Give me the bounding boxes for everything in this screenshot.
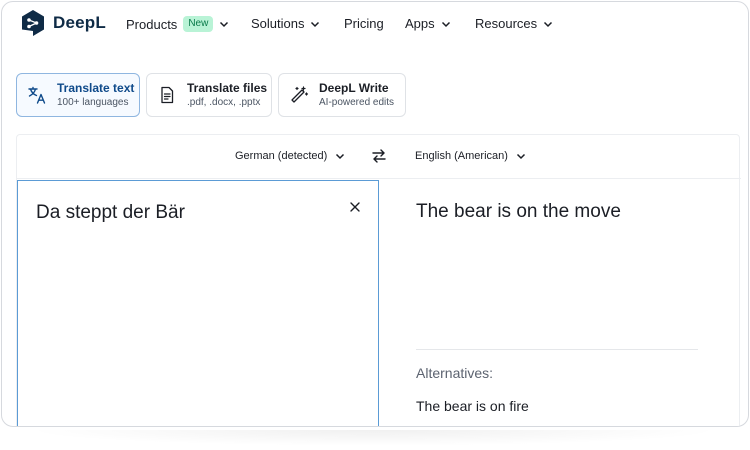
chevron-down-icon [220, 21, 229, 28]
mode-subtitle: AI-powered edits [319, 97, 395, 108]
target-text[interactable]: The bear is on the move [416, 201, 621, 223]
source-text-area[interactable]: Da steppt der Bär [17, 180, 379, 426]
chevron-down-icon [516, 153, 525, 160]
nav-pricing[interactable]: Pricing [344, 16, 384, 31]
nav-resources[interactable]: Resources [475, 16, 553, 31]
target-language-label: English (American) [415, 150, 508, 162]
target-text-area: The bear is on the move Alternatives: Th… [379, 180, 741, 426]
mode-title: Translate text [57, 81, 135, 95]
magic-wand-icon [291, 86, 309, 103]
chevron-down-icon [544, 21, 553, 27]
mode-title: Translate files [187, 81, 268, 95]
source-language-label: German (detected) [235, 150, 328, 162]
close-icon[interactable] [348, 200, 362, 214]
translate-icon [28, 86, 46, 104]
nav-products-label: Products [126, 16, 178, 32]
translator-panel: German (detected) English (American) Da … [16, 134, 741, 426]
mode-subtitle: 100+ languages [57, 97, 129, 108]
alternatives-divider [416, 349, 698, 350]
chevron-down-icon [441, 21, 450, 27]
source-language-select[interactable]: German (detected) [235, 150, 345, 162]
brand-name: DeepL [53, 13, 106, 32]
chevron-down-icon [311, 21, 320, 27]
nav-apps[interactable]: Apps [405, 16, 451, 31]
nav-solutions-label: Solutions [251, 16, 305, 31]
nav-pricing-label: Pricing [344, 16, 384, 31]
deepl-logo[interactable]: DeepL [20, 9, 106, 37]
nav-apps-label: Apps [405, 16, 435, 31]
new-badge: New [183, 16, 214, 32]
nav-products[interactable]: Products New [126, 16, 229, 32]
top-nav: DeepL Products New Solutions Pricing App… [2, 2, 748, 46]
mode-translate-text[interactable]: Translate text 100+ languages [16, 73, 140, 117]
frame-shadow [24, 430, 724, 446]
source-text[interactable]: Da steppt der Bär [36, 202, 185, 224]
nav-solutions[interactable]: Solutions [251, 16, 320, 31]
swap-languages-icon[interactable] [371, 148, 387, 164]
mode-translate-files[interactable]: Translate files .pdf, .docx, .pptx [146, 73, 272, 117]
app-window: DeepL Products New Solutions Pricing App… [1, 1, 749, 427]
nav-resources-label: Resources [475, 16, 538, 31]
mode-deepl-write[interactable]: DeepL Write AI-powered edits [278, 73, 406, 117]
alternative-item[interactable]: The bear is on fire [416, 398, 529, 414]
mode-title: DeepL Write [319, 81, 389, 95]
chevron-down-icon [336, 153, 345, 160]
language-bar: German (detected) English (American) [17, 135, 741, 179]
target-language-select[interactable]: English (American) [415, 150, 526, 162]
deepl-logo-icon [22, 10, 44, 36]
alternatives-label: Alternatives: [416, 365, 494, 381]
mode-subtitle: .pdf, .docx, .pptx [187, 97, 261, 108]
document-icon [161, 86, 174, 104]
